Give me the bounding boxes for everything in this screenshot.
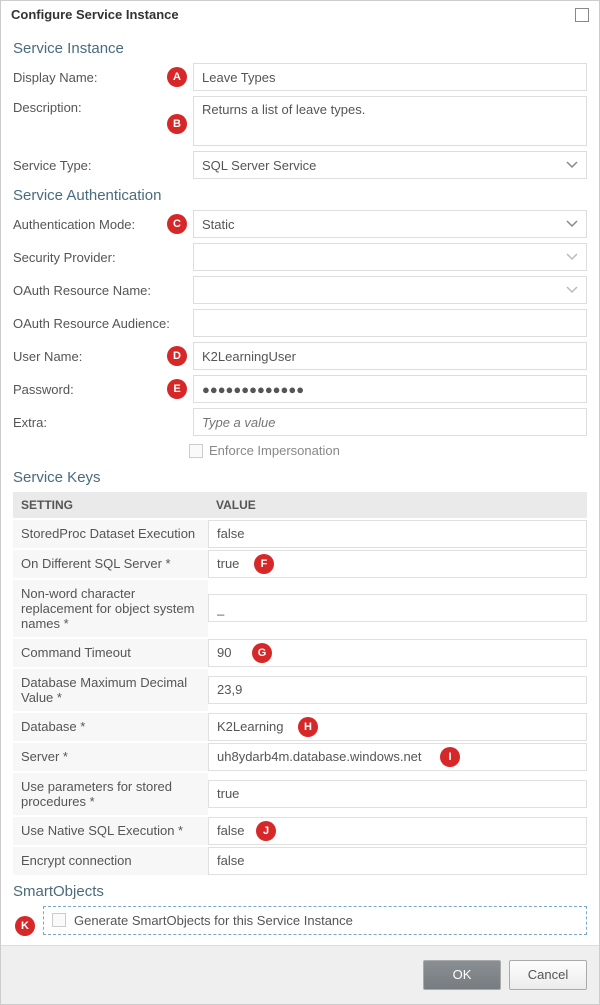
dialog-footer: OK Cancel [1, 945, 599, 1004]
header-setting: SETTING [13, 492, 208, 519]
setting-cell: Server * [13, 742, 208, 772]
extra-input[interactable] [193, 408, 587, 436]
row-extra: Extra: [13, 408, 587, 436]
enforce-checkbox[interactable] [189, 444, 203, 458]
maximize-icon[interactable] [575, 8, 589, 22]
oauth-audience-input[interactable] [193, 309, 587, 337]
setting-cell: Database * [13, 712, 208, 742]
description-label: Description: [13, 96, 163, 119]
table-row: StoredProc Dataset Execution [13, 519, 587, 549]
setting-cell: Use parameters for stored procedures * [13, 772, 208, 816]
service-type-value: SQL Server Service [202, 158, 316, 173]
description-input[interactable]: Returns a list of leave types. [193, 96, 587, 146]
smartobjects-row: Generate SmartObjects for this Service I… [43, 906, 587, 935]
row-auth-mode: Authentication Mode: C Static [13, 210, 587, 238]
generate-smartobjects-label: Generate SmartObjects for this Service I… [74, 913, 353, 928]
cancel-button[interactable]: Cancel [509, 960, 587, 990]
dialog-content: Service Instance Display Name: A Descrip… [1, 28, 599, 945]
row-security-provider: Security Provider: [13, 243, 587, 271]
row-display-name: Display Name: A [13, 63, 587, 91]
table-row: Encrypt connection [13, 846, 587, 875]
table-row: Database * H [13, 712, 587, 742]
value-input[interactable] [208, 847, 587, 875]
security-provider-select[interactable] [193, 243, 587, 271]
service-keys-header-row: SETTING VALUE [13, 492, 587, 519]
section-smartobjects: SmartObjects [13, 883, 587, 900]
value-input[interactable] [208, 676, 587, 704]
auth-mode-label: Authentication Mode: [13, 213, 163, 236]
table-row: Server * I [13, 742, 587, 772]
annotation-h: H [298, 717, 318, 737]
annotation-b: B [167, 114, 187, 134]
generate-smartobjects-checkbox[interactable] [52, 913, 66, 927]
smartobjects-wrap: K Generate SmartObjects for this Service… [13, 906, 587, 935]
annotation-j: J [256, 821, 276, 841]
setting-cell: Use Native SQL Execution * [13, 816, 208, 846]
service-type-select[interactable]: SQL Server Service [193, 151, 587, 179]
annotation-e: E [167, 379, 187, 399]
oauth-name-label: OAuth Resource Name: [13, 279, 163, 302]
username-label: User Name: [13, 345, 163, 368]
service-keys-table: SETTING VALUE StoredProc Dataset Executi… [13, 492, 587, 875]
setting-cell: StoredProc Dataset Execution [13, 519, 208, 549]
ok-button[interactable]: OK [423, 960, 501, 990]
table-row: Non-word character replacement for objec… [13, 579, 587, 638]
setting-cell: Command Timeout [13, 638, 208, 668]
row-description: Description: B Returns a list of leave t… [13, 96, 587, 146]
table-row: Command Timeout G [13, 638, 587, 668]
auth-mode-select[interactable]: Static [193, 210, 587, 238]
oauth-name-select[interactable] [193, 276, 587, 304]
service-type-label: Service Type: [13, 154, 163, 177]
display-name-label: Display Name: [13, 66, 163, 89]
oauth-audience-label: OAuth Resource Audience: [13, 312, 171, 335]
annotation-g: G [252, 643, 272, 663]
annotation-a: A [167, 67, 187, 87]
security-provider-label: Security Provider: [13, 246, 163, 269]
value-input[interactable] [208, 713, 587, 741]
password-label: Password: [13, 378, 163, 401]
annotation-d: D [167, 346, 187, 366]
extra-label: Extra: [13, 411, 163, 434]
section-service-keys: Service Keys [13, 469, 587, 486]
chevron-down-icon [566, 159, 578, 171]
setting-cell: On Different SQL Server * [13, 549, 208, 579]
chevron-down-icon [566, 284, 578, 296]
value-input[interactable] [208, 743, 587, 771]
password-input[interactable] [193, 375, 587, 403]
section-service-instance: Service Instance [13, 40, 587, 57]
chevron-down-icon [566, 251, 578, 263]
display-name-input[interactable] [193, 63, 587, 91]
row-password: Password: E [13, 375, 587, 403]
annotation-f: F [254, 554, 274, 574]
table-row: Use parameters for stored procedures * [13, 772, 587, 816]
table-row: Database Maximum Decimal Value * [13, 668, 587, 712]
row-oauth-name: OAuth Resource Name: [13, 276, 587, 304]
table-row: Use Native SQL Execution * J [13, 816, 587, 846]
setting-cell: Database Maximum Decimal Value * [13, 668, 208, 712]
setting-cell: Non-word character replacement for objec… [13, 579, 208, 638]
row-oauth-audience: OAuth Resource Audience: [13, 309, 587, 337]
value-input[interactable] [208, 594, 587, 622]
row-username: User Name: D [13, 342, 587, 370]
auth-mode-value: Static [202, 217, 235, 232]
section-service-auth: Service Authentication [13, 187, 587, 204]
row-enforce: Enforce Impersonation [189, 443, 340, 458]
annotation-k: K [15, 916, 35, 936]
config-dialog: Configure Service Instance Service Insta… [0, 0, 600, 1005]
row-service-type: Service Type: SQL Server Service [13, 151, 587, 179]
table-row: On Different SQL Server * F [13, 549, 587, 579]
annotation-i: I [440, 747, 460, 767]
header-value: VALUE [208, 492, 587, 519]
dialog-title: Configure Service Instance [11, 7, 179, 22]
titlebar: Configure Service Instance [1, 1, 599, 28]
username-input[interactable] [193, 342, 587, 370]
chevron-down-icon [566, 218, 578, 230]
value-input[interactable] [208, 520, 587, 548]
value-input[interactable] [208, 780, 587, 808]
enforce-label: Enforce Impersonation [209, 443, 340, 458]
annotation-c: C [167, 214, 187, 234]
setting-cell: Encrypt connection [13, 846, 208, 875]
